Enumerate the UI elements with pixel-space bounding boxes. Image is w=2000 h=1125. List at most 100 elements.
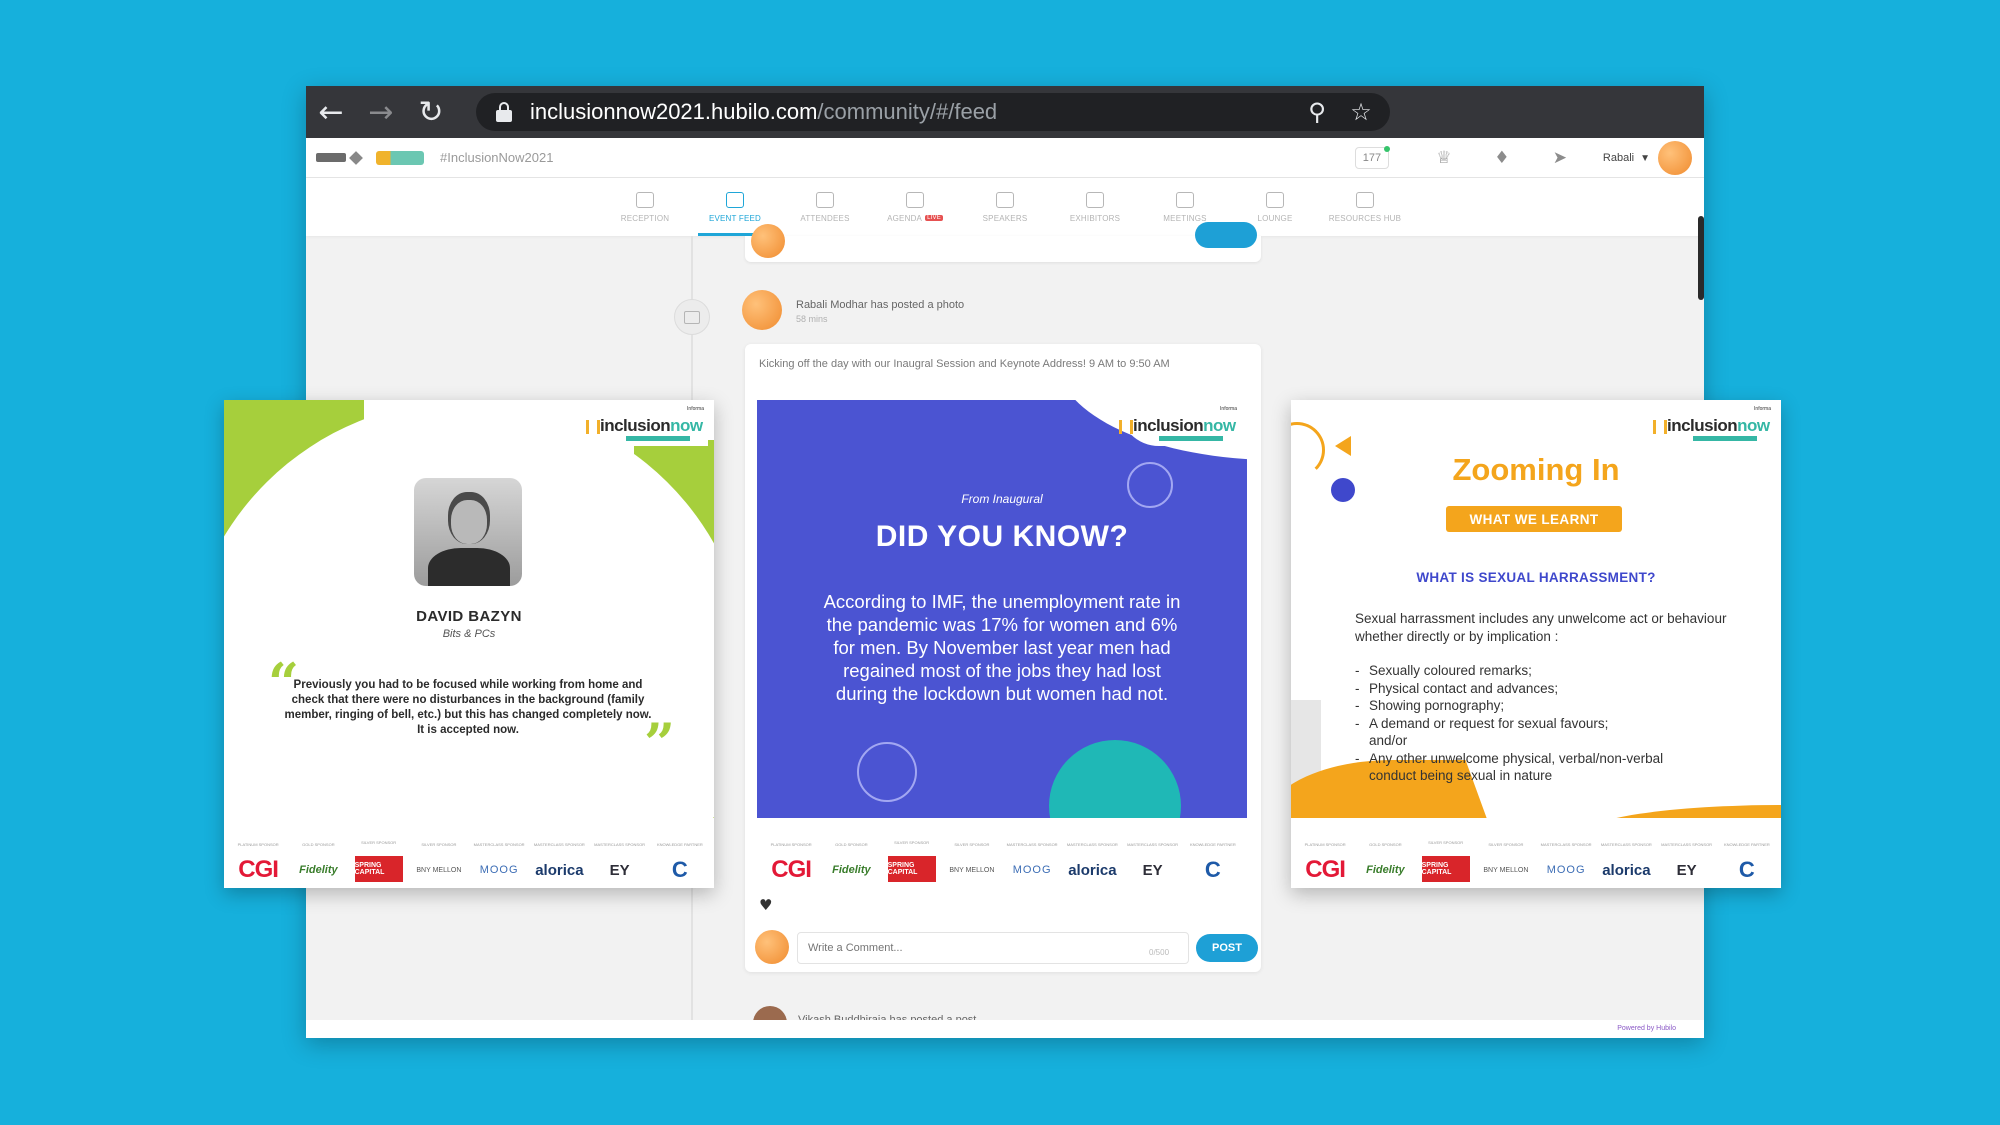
user-name[interactable]: Rabali — [1603, 152, 1634, 164]
session-label: From Inaugural — [961, 492, 1043, 506]
card-body: According to IMF, the unemployment rate … — [823, 591, 1181, 704]
forward-button[interactable]: → — [356, 86, 406, 138]
speaker-name: DAVID BAZYN — [416, 608, 522, 625]
chevron-down-icon[interactable]: ▼ — [1640, 153, 1650, 164]
sponsor-logo: Platinum Sponsor CGI — [763, 842, 819, 883]
lock-icon — [496, 102, 512, 122]
sponsor-name: SPRING CAPITAL — [887, 856, 936, 882]
bell-icon[interactable]: ♦ — [1473, 148, 1531, 168]
sponsor-logo: Masterclass Sponsor EY — [592, 842, 648, 882]
tab-speakers[interactable]: Speakers — [960, 178, 1050, 236]
tab-label: Attendees — [800, 213, 850, 223]
trophy-icon[interactable]: ♕ — [1415, 148, 1473, 168]
sponsor-logo: Silver Sponsor BNY MELLON — [944, 842, 1000, 882]
sponsor-logo: Silver Sponsor SPRING CAPITAL — [351, 840, 407, 882]
previous-post-card — [745, 222, 1261, 262]
heart-icon[interactable]: ♥ — [759, 896, 772, 914]
main-nav: Reception Event Feed Attendees Agenda LIVE Sp… — [306, 178, 1704, 236]
commenter-avatar — [755, 930, 789, 964]
speaker-photo — [414, 478, 522, 586]
tab-label: Exhibitors — [1069, 213, 1121, 223]
sponsor-tier: Platinum Sponsor — [1304, 842, 1346, 847]
sponsor-logo: Knowledge Partner C — [652, 842, 708, 882]
harassment-list: Sexually coloured remarks; Physical cont… — [1355, 662, 1735, 785]
post-button[interactable] — [1195, 222, 1257, 248]
reload-button[interactable]: ↻ — [406, 86, 456, 138]
post-comment-button[interactable]: POST — [1196, 934, 1258, 962]
sponsor-name: MOOG — [479, 864, 519, 876]
sponsor-tier: Masterclass Sponsor — [594, 842, 646, 847]
online-count[interactable]: 177 — [1354, 146, 1390, 169]
poster-avatar[interactable] — [742, 290, 782, 330]
informa-logo — [316, 150, 366, 165]
image-post-icon — [674, 299, 710, 335]
tab-resources-hub[interactable]: Resources Hub — [1320, 178, 1410, 236]
sponsor-name: BNY MELLON — [416, 866, 462, 874]
sponsor-name: SPRING CAPITAL — [354, 856, 403, 882]
sponsor-tier: Masterclass Sponsor — [1006, 842, 1058, 847]
speaker-quote-card[interactable]: inclusionnow Informa DAVID BAZYN Bits & P… — [224, 400, 714, 888]
zooming-in-card[interactable]: inclusionnow Informa Zooming In WHAT WE L… — [1291, 400, 1781, 888]
sponsor-logo: Knowledge Partner C — [1185, 842, 1241, 882]
avatar[interactable] — [1658, 141, 1692, 175]
star-icon[interactable]: ☆ — [1346, 97, 1376, 127]
sponsor-name: CGI — [1305, 856, 1346, 883]
send-icon[interactable]: ➤ — [1531, 148, 1589, 168]
sponsor-tier: Silver Sponsor — [1428, 840, 1464, 845]
tab-exhibitors[interactable]: Exhibitors — [1050, 178, 1140, 236]
tab-reception[interactable]: Reception — [600, 178, 690, 236]
sponsor-tier: Gold Sponsor — [835, 842, 868, 847]
sponsor-logo: Masterclass Sponsor MOOG — [1538, 842, 1594, 882]
sponsor-logo: Masterclass Sponsor EY — [1659, 842, 1715, 882]
sponsor-logo: Silver Sponsor SPRING CAPITAL — [884, 840, 940, 882]
sponsor-name: CGI — [771, 856, 812, 883]
feed-icon — [726, 191, 744, 208]
sponsor-logo: Gold Sponsor Fidelity — [290, 842, 346, 882]
sponsor-logo: Platinum Sponsor CGI — [230, 842, 286, 883]
card-intro: Sexual harrassment includes any unwelcom… — [1355, 611, 1727, 644]
sponsor-name: alorica — [1602, 861, 1651, 879]
speaker-company: Bits & PCs — [442, 628, 496, 640]
sponsor-name: Fidelity — [1366, 864, 1405, 876]
inclusion-now-logo: inclusionnow Informa — [1119, 406, 1241, 446]
tab-agenda[interactable]: Agenda LIVE — [870, 178, 960, 236]
back-button[interactable]: ← — [306, 86, 356, 138]
sponsor-name: alorica — [535, 861, 584, 879]
sponsor-strip: Platinum Sponsor CGI Gold Sponsor Fidelity S… — [224, 818, 714, 888]
sponsor-logo: Masterclass Sponsor alorica — [531, 842, 587, 882]
exhibitors-icon — [1086, 191, 1104, 208]
card-title: Zooming In — [1452, 452, 1620, 487]
address-bar[interactable]: inclusionnow2021.hubilo.com/community/#/… — [476, 93, 1390, 131]
tab-attendees[interactable]: Attendees — [780, 178, 870, 236]
reception-icon — [636, 191, 654, 208]
sponsor-tier: Masterclass Sponsor — [1600, 842, 1652, 847]
scrollbar[interactable] — [1698, 216, 1704, 300]
post-caption: Kicking off the day with our Inaugral Se… — [759, 358, 1170, 370]
tab-label: Agenda LIVE — [887, 213, 943, 223]
inclusion-now-logo: inclusionnow Informa — [586, 406, 708, 446]
sponsor-tier: Gold Sponsor — [1369, 842, 1402, 847]
comment-char-count: 0/500 — [1149, 948, 1170, 957]
quote-close-icon: ” — [644, 711, 676, 775]
sponsor-tier: Silver Sponsor — [421, 842, 457, 847]
did-you-know-card[interactable]: inclusionnow Informa From Inaugural DID Y… — [757, 400, 1247, 888]
sponsor-logo: Silver Sponsor BNY MELLON — [411, 842, 467, 882]
mic-icon — [996, 191, 1014, 208]
sponsor-tier: Silver Sponsor — [1488, 842, 1524, 847]
comment-input[interactable] — [797, 932, 1189, 964]
inclusion-now-logo: inclusionnow Informa — [1653, 406, 1775, 446]
sponsor-tier: Knowledge Partner — [1189, 842, 1236, 847]
sponsor-logo: Masterclass Sponsor EY — [1125, 842, 1181, 882]
sponsor-logo: Gold Sponsor Fidelity — [1357, 842, 1413, 882]
sponsor-name: MOOG — [1012, 864, 1052, 876]
sponsor-strip: Platinum Sponsor CGI Gold Sponsor Fidelity S… — [1291, 818, 1781, 888]
search-icon[interactable]: ⚲ — [1302, 97, 1332, 127]
sponsor-tier: Silver Sponsor — [361, 840, 397, 845]
footer-strip — [306, 1020, 1704, 1038]
sponsor-tier: Silver Sponsor — [894, 840, 930, 845]
sponsor-name: Fidelity — [299, 864, 338, 876]
sponsor-name: SPRING CAPITAL — [1421, 856, 1470, 882]
speaker-quote: Previously you had to be focused while w… — [284, 679, 652, 736]
sponsor-name: BNY MELLON — [1483, 866, 1529, 874]
agenda-icon — [906, 191, 924, 208]
